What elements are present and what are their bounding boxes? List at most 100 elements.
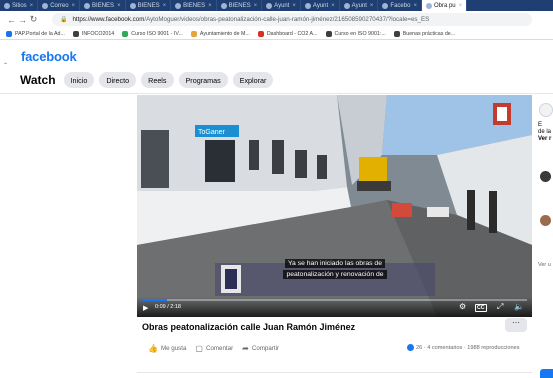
browser-tab[interactable]: Sitios × xyxy=(0,0,39,11)
bookmark-label: Ayuntamiento de M... xyxy=(199,30,250,37)
comment-label: Comentar xyxy=(205,345,234,352)
tab-favicon-icon xyxy=(42,2,49,9)
tab-label: BIENES xyxy=(92,2,115,9)
back-icon[interactable]: ← xyxy=(6,15,17,25)
tab-favicon-icon xyxy=(129,2,136,9)
tab-favicon-icon xyxy=(220,2,227,9)
tab-close-icon[interactable]: × xyxy=(72,3,76,9)
tab-label: BIENES xyxy=(228,2,251,9)
tab-close-icon[interactable]: × xyxy=(331,3,335,9)
bookmark-item[interactable]: Curso en ISO 9001:... xyxy=(325,30,386,37)
tab-label: Sitios xyxy=(12,2,27,9)
page-avatar[interactable] xyxy=(539,103,553,117)
tab-close-icon[interactable]: × xyxy=(117,3,121,9)
captions-icon[interactable]: CC xyxy=(475,304,487,312)
video-subtitles: Ya se han iniciado las obras de peatonal… xyxy=(275,258,395,280)
bookmarks-bar: PAP.Portal de la Ad... INFOCO2014 Curso IS… xyxy=(0,28,553,40)
share-button[interactable]: ➦ Compartir xyxy=(242,344,279,353)
commenter-avatar-2[interactable] xyxy=(540,215,551,226)
bookmark-favicon-icon xyxy=(122,30,129,37)
tab-label: Correo xyxy=(50,2,69,9)
tab-close-icon[interactable]: × xyxy=(370,3,374,9)
bookmark-favicon-icon xyxy=(6,30,12,37)
bookmark-favicon-icon xyxy=(257,30,264,37)
tab-programas[interactable]: Programas xyxy=(178,72,228,88)
browser-tab[interactable]: BIENES × xyxy=(171,0,217,11)
tab-close-icon[interactable]: × xyxy=(254,3,258,9)
browser-tab[interactable]: Ayunt × xyxy=(301,0,340,11)
bookmark-item[interactable]: PAP.Portal de la Ad... xyxy=(6,30,65,37)
bookmark-item[interactable]: Buenas prácticas de... xyxy=(393,30,455,37)
stats-text[interactable]: 26 · 4 comentarios · 1988 reproducciones xyxy=(416,345,520,351)
share-label: Compartir xyxy=(251,345,280,352)
tab-label: Ayunt xyxy=(274,2,290,9)
settings-gear-icon[interactable]: ⚙ xyxy=(459,302,466,312)
tab-favicon-icon xyxy=(266,2,273,9)
facebook-logo[interactable]: facebook xyxy=(21,49,77,64)
tab-favicon-icon xyxy=(425,2,432,9)
fullscreen-icon[interactable]: ⤢ xyxy=(497,302,503,312)
tab-reels[interactable]: Reels xyxy=(141,72,174,88)
share-icon: ➦ xyxy=(242,344,249,353)
watch-title[interactable]: Watch xyxy=(20,73,56,87)
url-path: /AytoMoguer/videos/obras-peatonalización… xyxy=(144,16,430,23)
video-stats: 26 · 4 comentarios · 1988 reproducciones xyxy=(407,344,520,351)
tab-close-icon[interactable]: × xyxy=(30,3,34,9)
forward-icon[interactable]: → xyxy=(17,15,28,25)
like-button[interactable]: 👍 Me gusta xyxy=(148,344,186,353)
tab-label: BIENES xyxy=(183,2,206,9)
bookmark-label: INFOCO2014 xyxy=(81,30,115,37)
browser-tab[interactable]: Obra pu × xyxy=(421,0,468,11)
tab-inicio[interactable]: Inicio xyxy=(63,72,95,88)
browser-tab[interactable]: BIENES × xyxy=(126,0,172,11)
thumbs-up-icon: 👍 xyxy=(148,344,158,353)
tab-label: BIENES xyxy=(137,2,160,9)
bookmark-label: Dashboard - CO2 A... xyxy=(266,30,318,37)
bookmark-favicon-icon xyxy=(325,30,332,37)
bookmark-item[interactable]: INFOCO2014 xyxy=(72,30,115,37)
browser-tab[interactable]: Ayunt × xyxy=(262,0,301,11)
tab-favicon-icon xyxy=(343,2,350,9)
video-player[interactable]: ToGaner Ya se han iniciado las obras de … xyxy=(137,95,532,317)
browser-tab[interactable]: BIENES × xyxy=(217,0,263,11)
browser-tab[interactable]: Facebo × xyxy=(378,0,422,11)
browser-tab[interactable]: Ayunt × xyxy=(340,0,379,11)
subtitle-line-1: Ya se han iniciado las obras de xyxy=(285,259,385,268)
video-progress-bar[interactable] xyxy=(142,299,527,301)
bookmark-favicon-icon xyxy=(190,30,197,37)
bookmark-item[interactable]: Dashboard - CO2 A... xyxy=(257,30,318,37)
tab-close-icon[interactable]: × xyxy=(208,3,212,9)
tab-label: Ayunt xyxy=(312,2,329,9)
subtitle-line-2: peatonalización y renovación de xyxy=(283,270,387,279)
browser-tab[interactable]: BIENES × xyxy=(80,0,126,11)
tab-label: Facebo xyxy=(390,2,411,9)
tab-close-icon[interactable]: × xyxy=(292,3,296,9)
bookmark-label: Curso en ISO 9001:... xyxy=(334,30,386,37)
right-column: E de la Ver r Ver u xyxy=(537,95,553,375)
tab-close-icon[interactable]: × xyxy=(413,3,417,9)
comment-icon: ▢ xyxy=(195,344,203,353)
more-options-button[interactable]: ··· xyxy=(505,318,527,332)
right-link-2[interactable]: Ver u xyxy=(538,262,551,268)
bookmark-item[interactable]: Ayuntamiento de M... xyxy=(190,30,250,37)
comment-card-edge xyxy=(137,372,532,378)
right-link-1[interactable]: Ver r xyxy=(538,136,551,143)
tab-directo[interactable]: Directo xyxy=(99,72,137,88)
tab-explorar[interactable]: Explorar xyxy=(232,72,274,88)
play-icon[interactable]: ▶ xyxy=(143,304,148,312)
reload-icon[interactable]: ↻ xyxy=(28,14,39,25)
facebook-header: ⌃ facebook xyxy=(0,41,553,69)
bookmark-label: PAP.Portal de la Ad... xyxy=(15,30,65,37)
browser-tab-strip: Sitios × Correo × BIENES × BIENES × BIENES × BIENE… xyxy=(0,0,553,11)
video-progress-fill xyxy=(142,299,168,301)
tab-close-icon[interactable]: × xyxy=(163,3,167,9)
bookmark-item[interactable]: Curso ISO 9001 - IV... xyxy=(122,30,183,37)
volume-icon[interactable]: 🔈 xyxy=(514,302,524,312)
commenter-avatar-1[interactable] xyxy=(540,171,551,182)
browser-tab[interactable]: Correo × xyxy=(38,0,81,11)
browser-address-bar: ← → ↻ 🔒 https://www.facebook.com /AytoMo… xyxy=(0,11,553,28)
url-field[interactable]: 🔒 https://www.facebook.com /AytoMoguer/v… xyxy=(52,13,532,26)
comment-button[interactable]: ▢ Comentar xyxy=(195,344,233,353)
tab-close-icon[interactable]: × xyxy=(459,3,463,9)
tab-favicon-icon xyxy=(4,2,10,9)
